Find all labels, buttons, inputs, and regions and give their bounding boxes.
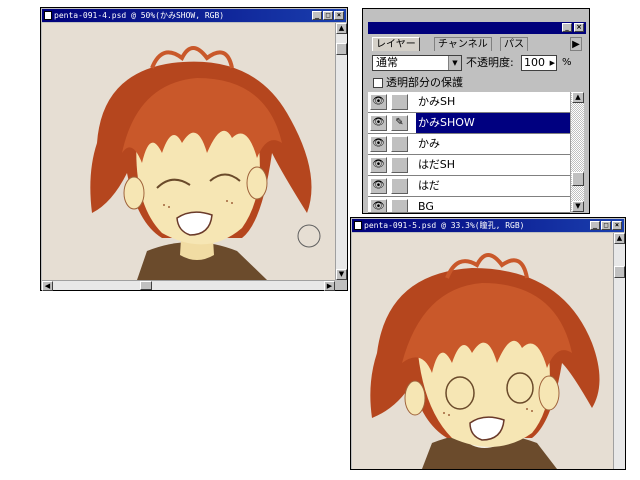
vertical-scrollbar-1[interactable]: ▲ ▼ xyxy=(335,23,347,280)
blend-mode-value: 通常 xyxy=(376,56,398,69)
eye-icon[interactable]: 👁 xyxy=(370,94,387,110)
palette-close-button[interactable]: × xyxy=(574,23,584,32)
scroll-thumb[interactable] xyxy=(572,172,584,186)
brush-slot[interactable] xyxy=(391,178,408,194)
brush-slot[interactable] xyxy=(391,199,408,212)
chevron-down-icon[interactable]: ▼ xyxy=(448,56,461,70)
scroll-up-button[interactable]: ▲ xyxy=(572,92,584,103)
minimize-button[interactable]: _ xyxy=(590,221,600,230)
eye-icon[interactable]: 👁 xyxy=(370,199,387,212)
window-2-title: penta-091-5.psd @ 33.3%(瞳孔, RGB) xyxy=(364,221,525,230)
minimize-button[interactable]: _ xyxy=(312,11,322,20)
eye-icon[interactable]: 👁 xyxy=(370,136,387,152)
layer-row[interactable]: 👁 はだSH xyxy=(368,155,570,176)
opacity-label: 不透明度: xyxy=(466,56,514,69)
tab-paths[interactable]: パス xyxy=(500,37,528,51)
document-icon xyxy=(44,11,52,20)
layer-name: BG xyxy=(418,200,434,213)
brush-slot[interactable] xyxy=(391,136,408,152)
layer-row[interactable]: 👁 はだ xyxy=(368,176,570,197)
document-window-2[interactable]: penta-091-5.psd @ 33.3%(瞳孔, RGB) _ □ × ▲ xyxy=(350,217,626,470)
palette-menu-arrow-icon[interactable]: ▶ xyxy=(570,37,582,51)
girl-illustration-2 xyxy=(352,233,613,469)
brush-slot[interactable] xyxy=(391,94,408,110)
brush-icon[interactable]: ✎ xyxy=(391,115,408,131)
layer-row[interactable]: 👁 かみSH xyxy=(368,92,570,113)
document-window-1[interactable]: penta-091-4.psd @ 50%(かみSHOW, RGB) _ □ × xyxy=(40,7,348,291)
layer-name: かみSHOW xyxy=(416,113,570,133)
scroll-up-button[interactable]: ▲ xyxy=(336,23,347,34)
preserve-transparency-label: 透明部分の保護 xyxy=(386,76,463,89)
eye-icon[interactable]: 👁 xyxy=(370,115,387,131)
layers-scrollbar[interactable]: ▲ ▼ xyxy=(570,92,584,212)
scroll-thumb[interactable] xyxy=(336,43,347,55)
palette-tab-strip: レイヤー チャンネル パス ▶ xyxy=(368,36,586,52)
girl-illustration-1 xyxy=(42,23,335,280)
layer-name: かみSH xyxy=(418,95,456,108)
document-icon xyxy=(354,221,362,230)
preserve-transparency-checkbox[interactable] xyxy=(373,78,383,88)
scroll-down-button[interactable]: ▼ xyxy=(336,269,347,280)
scroll-thumb[interactable] xyxy=(614,266,625,278)
brush-slot[interactable] xyxy=(391,157,408,173)
opacity-unit: % xyxy=(562,57,572,68)
horizontal-scrollbar-1[interactable]: ◀ ▶ xyxy=(42,280,335,291)
layer-name: はだ xyxy=(418,179,440,192)
window-1-title: penta-091-4.psd @ 50%(かみSHOW, RGB) xyxy=(54,11,225,20)
close-button[interactable]: × xyxy=(334,11,344,20)
layer-row[interactable]: 👁 かみ xyxy=(368,134,570,155)
tab-channels[interactable]: チャンネル xyxy=(434,37,492,51)
hscroll-thumb[interactable] xyxy=(140,281,152,290)
opacity-value: 100 xyxy=(524,56,545,69)
layer-row[interactable]: 👁 BG xyxy=(368,197,570,213)
tab-layers[interactable]: レイヤー xyxy=(372,37,420,51)
palette-titlebar[interactable]: _ × xyxy=(368,22,586,34)
eye-icon[interactable]: 👁 xyxy=(370,178,387,194)
close-button[interactable]: × xyxy=(612,221,622,230)
window-1-titlebar[interactable]: penta-091-4.psd @ 50%(かみSHOW, RGB) _ □ × xyxy=(42,9,346,22)
image-canvas-1[interactable] xyxy=(42,23,335,280)
layer-name: はだSH xyxy=(418,158,456,171)
scroll-right-button[interactable]: ▶ xyxy=(324,281,335,291)
image-canvas-2[interactable] xyxy=(352,233,613,469)
scroll-down-button[interactable]: ▼ xyxy=(572,201,584,212)
blend-mode-select[interactable]: 通常 ▼ xyxy=(372,55,462,71)
opacity-arrow-icon[interactable]: ▶ xyxy=(550,59,555,67)
palette-minimize-button[interactable]: _ xyxy=(562,23,572,32)
layer-name: かみ xyxy=(418,137,440,150)
window-2-titlebar[interactable]: penta-091-5.psd @ 33.3%(瞳孔, RGB) _ □ × xyxy=(352,219,624,232)
maximize-button[interactable]: □ xyxy=(323,11,333,20)
opacity-field[interactable]: 100 ▶ xyxy=(521,55,557,71)
scroll-up-button[interactable]: ▲ xyxy=(614,233,625,244)
scroll-left-button[interactable]: ◀ xyxy=(42,281,53,291)
vertical-scrollbar-2[interactable]: ▲ xyxy=(613,233,625,469)
maximize-button[interactable]: □ xyxy=(601,221,611,230)
eye-icon[interactable]: 👁 xyxy=(370,157,387,173)
layer-row-selected[interactable]: 👁 ✎ かみSHOW xyxy=(368,113,570,134)
